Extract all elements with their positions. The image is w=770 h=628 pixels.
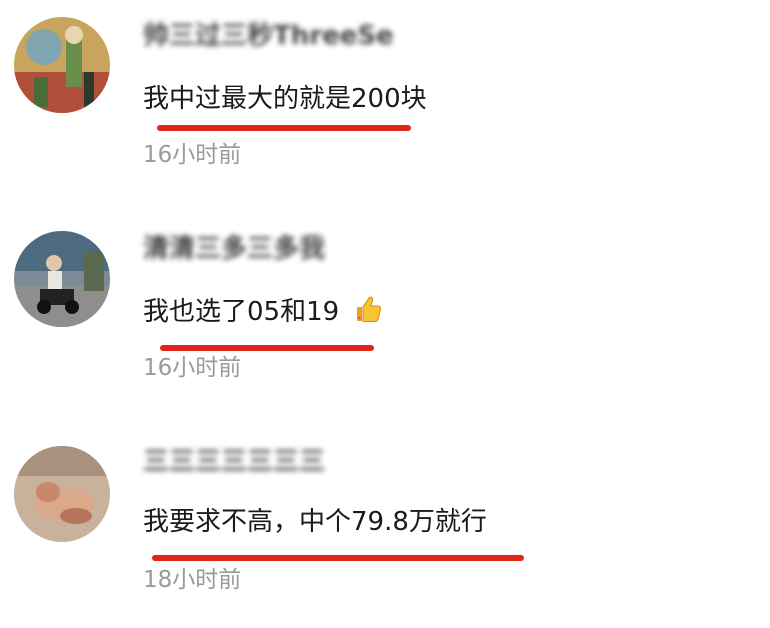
red-underline bbox=[160, 345, 374, 351]
red-underline bbox=[152, 555, 524, 561]
thumbs-up-icon bbox=[353, 294, 383, 333]
comment-item: 三三三三三三三 我要求不高，中个79.8万就行 18小时前 bbox=[0, 0, 770, 593]
username[interactable]: 清清三多三多我 bbox=[143, 233, 325, 265]
avatar[interactable] bbox=[14, 231, 110, 327]
timestamp: 16小时前 bbox=[143, 355, 242, 381]
timestamp: 18小时前 bbox=[143, 567, 242, 593]
comment-text: 我也选了05和19 bbox=[143, 294, 383, 333]
username[interactable]: 三三三三三三三 bbox=[143, 446, 325, 478]
comment-text: 我要求不高，中个79.8万就行 bbox=[143, 507, 487, 537]
avatar[interactable] bbox=[14, 446, 110, 542]
comment-text-content: 我也选了05和19 bbox=[143, 297, 340, 327]
